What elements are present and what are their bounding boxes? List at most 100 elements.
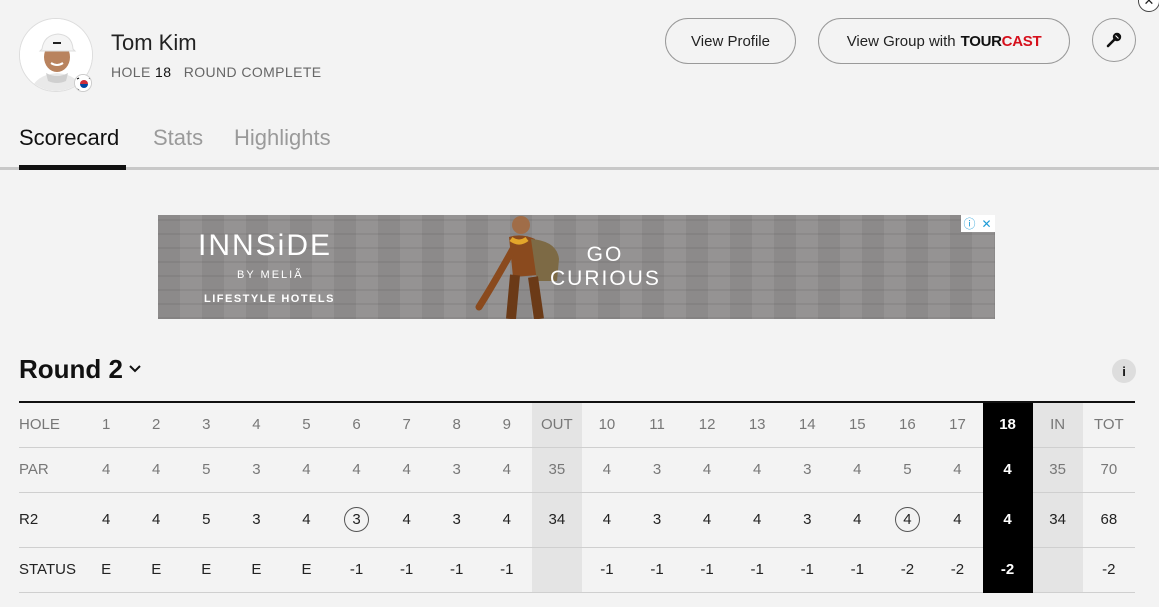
- score-cell: 5: [181, 492, 232, 548]
- score-cell: 4: [682, 492, 733, 548]
- subtotal-cell: 35: [1032, 447, 1083, 493]
- score-cell: 4: [81, 492, 132, 548]
- hole-row: HOLE 1 2 3 4 5 6 7 8 9 OUT 10 11 12 13 14 15 16 17 18 IN TOT: [19, 402, 1135, 448]
- score-cell: 1: [81, 402, 132, 448]
- score-cell: -1: [481, 547, 532, 593]
- score-cell: 4: [331, 447, 382, 493]
- score-cell: 3: [631, 447, 683, 493]
- score-cell: 3: [431, 447, 482, 493]
- score-cell: -1: [381, 547, 432, 593]
- microphone-icon: [1106, 32, 1122, 48]
- row-label: HOLE: [19, 402, 82, 448]
- subtotal-cell: OUT: [531, 402, 582, 448]
- current-hole-cell: 18: [982, 402, 1033, 448]
- advertisement-banner[interactable]: INNSiDE BY MELIÃ LIFESTYLE HOTELS GO CUR…: [158, 215, 995, 319]
- score-cell: -1: [431, 547, 482, 593]
- row-label: PAR: [19, 447, 82, 493]
- total-cell: 70: [1082, 447, 1135, 493]
- scorecard-table: HOLE 1 2 3 4 5 6 7 8 9 OUT 10 11 12 13 14 15 16 17 18 IN TOT P…: [19, 401, 1135, 593]
- score-cell: 17: [932, 402, 983, 448]
- round2-score-row: R2 4 4 5 3 4 3 4 3 4 34 4 3 4 4 3 4 4 4 4 34 68: [19, 492, 1135, 548]
- score-cell: 3: [231, 447, 282, 493]
- score-cell: -1: [682, 547, 733, 593]
- korea-flag-icon: [74, 74, 92, 92]
- score-cell: 3: [782, 447, 833, 493]
- score-cell: 5: [882, 447, 933, 493]
- info-icon[interactable]: i: [1112, 359, 1136, 383]
- par-row: PAR 4 4 5 3 4 4 4 3 4 35 4 3 4 4 3 4 5 4 4 35 70: [19, 447, 1135, 493]
- total-cell: TOT: [1082, 402, 1135, 448]
- score-cell: E: [81, 547, 132, 593]
- score-cell: 4: [281, 447, 332, 493]
- score-cell: 9: [481, 402, 532, 448]
- round-selector[interactable]: Round 2: [19, 354, 123, 385]
- score-cell: 16: [882, 402, 933, 448]
- score-cell: 3: [331, 492, 382, 548]
- view-group-tourcast-button[interactable]: View Group with TOURCAST: [818, 18, 1070, 64]
- score-cell: 3: [231, 492, 282, 548]
- score-cell: -1: [581, 547, 632, 593]
- score-cell: 4: [481, 492, 532, 548]
- score-cell: 4: [932, 447, 983, 493]
- score-cell: 4: [882, 492, 933, 548]
- score-cell: E: [281, 547, 332, 593]
- score-cell: 4: [281, 492, 332, 548]
- score-cell: 3: [782, 492, 833, 548]
- score-cell: 10: [581, 402, 632, 448]
- score-cell: -1: [732, 547, 783, 593]
- status-row: STATUS E E E E E -1 -1 -1 -1 -1 -1 -1 -1 -1 -1 -2 -2 -2 -2: [19, 547, 1135, 593]
- row-label: STATUS: [19, 547, 82, 593]
- score-cell: 4: [581, 447, 632, 493]
- score-cell: 4: [732, 447, 783, 493]
- microphone-button[interactable]: [1092, 18, 1136, 62]
- round-status: ROUND COMPLETE: [183, 64, 322, 80]
- tab-stats[interactable]: Stats: [153, 125, 203, 151]
- current-hole-cell: 4: [982, 447, 1033, 493]
- subtotal-cell: [1032, 547, 1083, 593]
- ad-tagline: LIFESTYLE HOTELS: [204, 293, 335, 305]
- score-cell: 3: [431, 492, 482, 548]
- tourcast-logo: TOURCAST: [961, 33, 1042, 50]
- view-profile-label: View Profile: [691, 32, 770, 50]
- total-cell: 68: [1082, 492, 1135, 548]
- hole-status-line: HOLE 18 ROUND COMPLETE: [111, 64, 322, 80]
- score-cell: 4: [81, 447, 132, 493]
- score-cell: 3: [181, 402, 232, 448]
- tourcast-tour: TOUR: [960, 32, 1002, 50]
- birdie-marker: 3: [344, 507, 370, 532]
- player-name: Tom Kim: [111, 30, 197, 55]
- ad-close-icon[interactable]: ✕: [978, 215, 995, 232]
- score-cell: 15: [832, 402, 883, 448]
- score-cell: E: [181, 547, 232, 593]
- row-label: R2: [19, 492, 82, 548]
- score-cell: 4: [381, 447, 432, 493]
- ad-choices[interactable]: ⓘ ✕: [961, 215, 995, 232]
- tab-scorecard[interactable]: Scorecard: [19, 125, 119, 151]
- score-cell: 4: [581, 492, 632, 548]
- score-cell: E: [231, 547, 282, 593]
- close-icon[interactable]: ✕: [1138, 0, 1159, 12]
- chevron-down-icon[interactable]: [128, 364, 142, 374]
- score-cell: -2: [932, 547, 983, 593]
- ad-by-line: BY MELIÃ: [237, 269, 304, 281]
- tab-highlights[interactable]: Highlights: [234, 125, 331, 151]
- score-cell: 6: [331, 402, 382, 448]
- score-cell: 4: [832, 447, 883, 493]
- score-cell: 4: [481, 447, 532, 493]
- birdie-marker: 4: [894, 507, 920, 532]
- score-cell: 4: [932, 492, 983, 548]
- score-cell: -1: [782, 547, 833, 593]
- hole-label: HOLE: [111, 64, 151, 80]
- score-cell: 13: [732, 402, 783, 448]
- subtotal-cell: IN: [1032, 402, 1083, 448]
- tab-bar: Scorecard Stats Highlights: [0, 116, 1159, 170]
- subtotal-cell: [531, 547, 582, 593]
- view-profile-button[interactable]: View Profile: [665, 18, 796, 64]
- ad-info-icon[interactable]: ⓘ: [961, 215, 978, 232]
- score-cell: 4: [832, 492, 883, 548]
- score-cell: 5: [181, 447, 232, 493]
- score-cell: 11: [631, 402, 683, 448]
- total-cell: -2: [1082, 547, 1135, 593]
- active-tab-indicator: [19, 165, 126, 170]
- score-cell: 4: [131, 447, 182, 493]
